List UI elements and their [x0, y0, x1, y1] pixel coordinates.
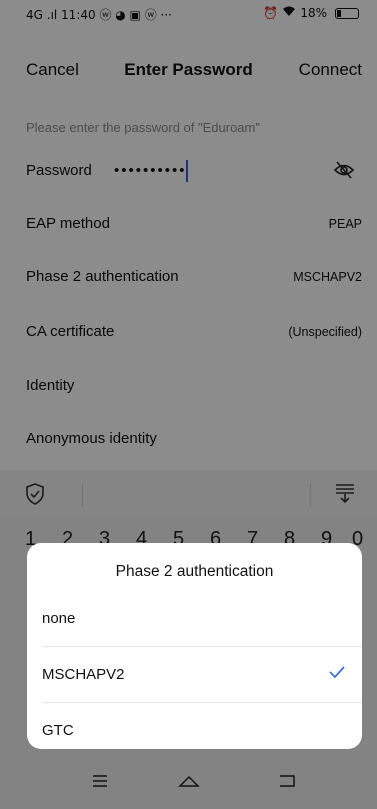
option-label: GTC	[42, 722, 74, 739]
option-mschapv2[interactable]: MSCHAPV2	[27, 647, 362, 703]
phase2-auth-dialog: Phase 2 authentication none MSCHAPV2 GTC	[27, 543, 362, 749]
checkmark-icon	[328, 665, 346, 684]
option-gtc[interactable]: GTC	[27, 703, 362, 749]
option-label: MSCHAPV2	[42, 666, 125, 683]
option-none[interactable]: none	[27, 591, 362, 647]
option-label: none	[42, 610, 76, 627]
dialog-title: Phase 2 authentication	[115, 563, 274, 580]
